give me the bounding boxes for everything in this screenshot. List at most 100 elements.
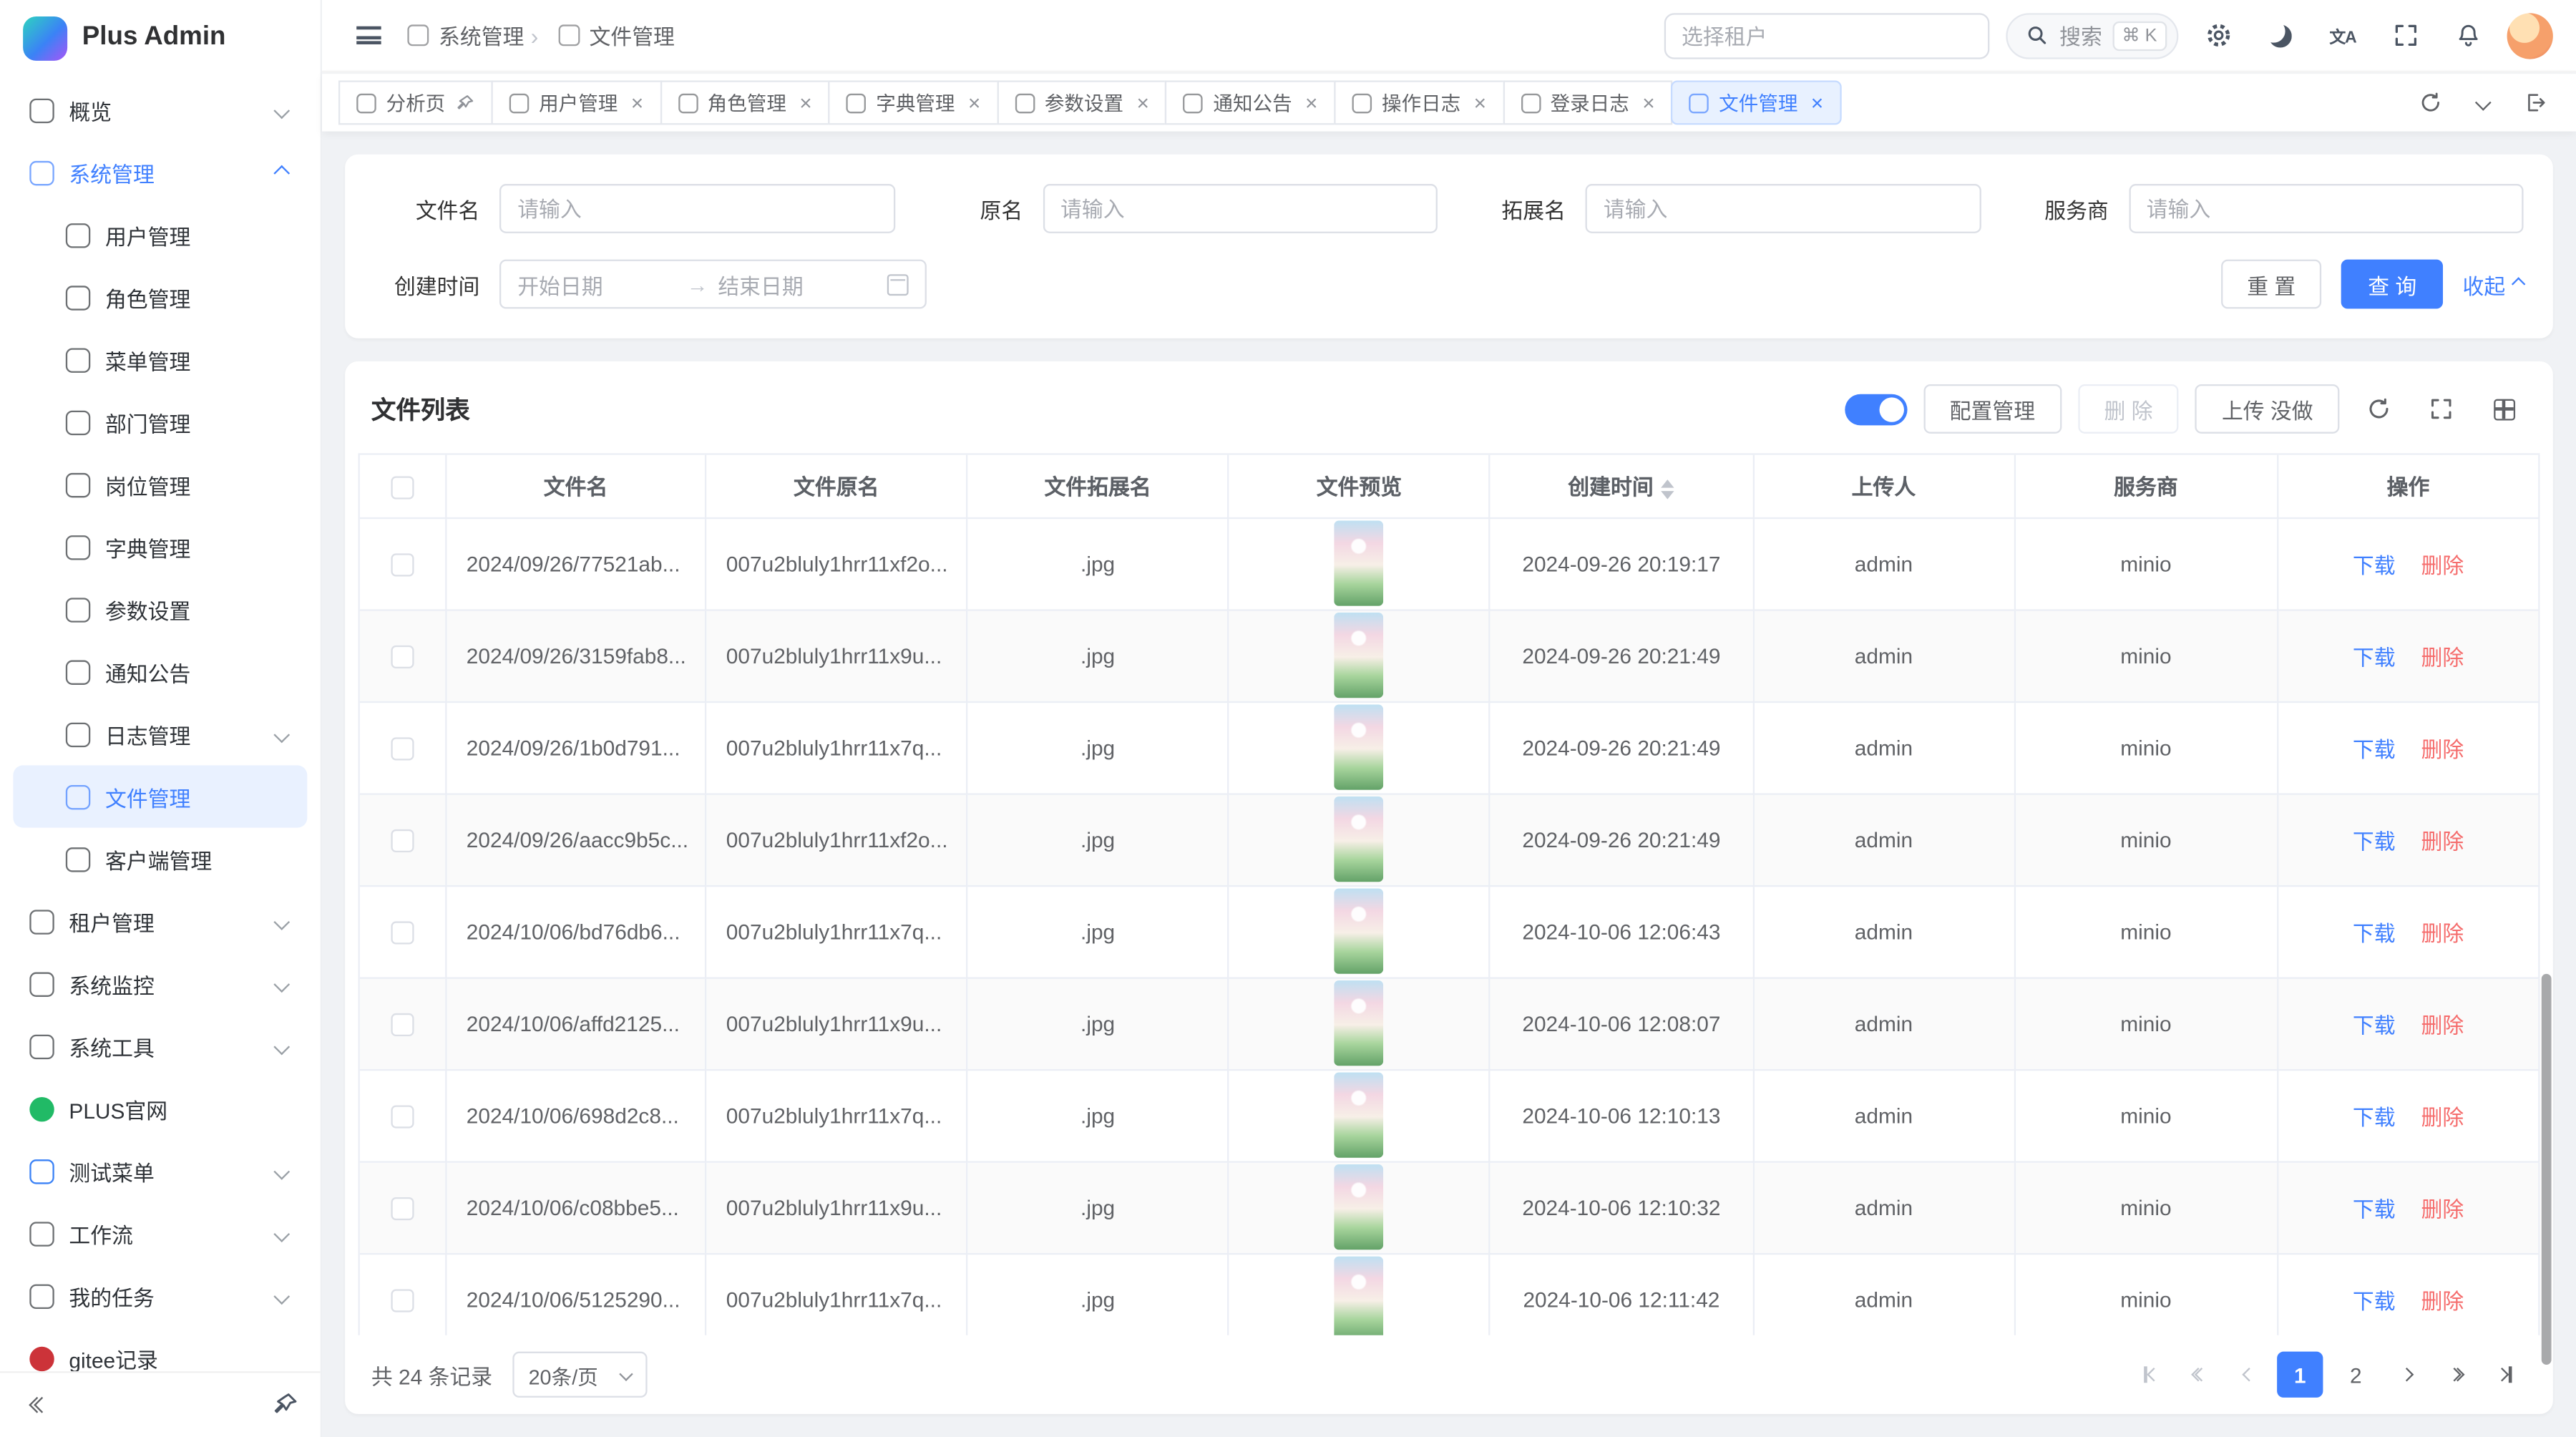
download-link[interactable]: 下载 xyxy=(2353,552,2396,577)
file-preview-thumbnail[interactable] xyxy=(1335,613,1384,698)
collapse-filter-link[interactable]: 收起 xyxy=(2463,268,2524,300)
avatar[interactable] xyxy=(2507,12,2553,58)
sidebar-item[interactable]: 用户管理 xyxy=(13,204,307,266)
sidebar-item[interactable]: 部门管理 xyxy=(13,391,307,453)
logo[interactable]: Plus Admin xyxy=(0,0,321,76)
sidebar-item[interactable]: PLUS官网 xyxy=(13,1077,307,1139)
delete-link[interactable]: 删除 xyxy=(2421,1197,2464,1221)
config-toggle[interactable] xyxy=(1845,394,1907,425)
download-link[interactable]: 下载 xyxy=(2353,645,2396,669)
tenant-select[interactable]: 选择租户 xyxy=(1664,12,1989,58)
download-link[interactable]: 下载 xyxy=(2353,1197,2396,1221)
sidebar-item[interactable]: 客户端管理 xyxy=(13,828,307,890)
search-button[interactable]: 查 询 xyxy=(2342,260,2443,309)
sidebar-item[interactable]: 我的任务 xyxy=(13,1265,307,1327)
sidebar-item[interactable]: 租户管理 xyxy=(13,890,307,953)
reset-button[interactable]: 重 置 xyxy=(2220,260,2321,309)
date-range-input[interactable]: 开始日期 结束日期 xyxy=(499,260,927,309)
delete-link[interactable]: 删除 xyxy=(2421,1104,2464,1129)
tab-close-icon[interactable]: × xyxy=(1136,92,1148,114)
pagination-next-button[interactable] xyxy=(2386,1352,2429,1398)
file-preview-thumbnail[interactable] xyxy=(1335,1073,1384,1158)
sidebar-item[interactable]: 参数设置 xyxy=(13,578,307,640)
tab-close-icon[interactable]: × xyxy=(1642,92,1654,114)
tab-close-icon[interactable]: × xyxy=(1305,92,1317,114)
bell-icon[interactable] xyxy=(2444,12,2490,58)
sort-icons[interactable] xyxy=(1662,479,1674,500)
delete-link[interactable]: 删除 xyxy=(2421,1288,2464,1312)
select-all-checkbox[interactable] xyxy=(391,475,414,498)
page-size-select[interactable]: 20条/页 xyxy=(512,1352,647,1398)
file-preview-thumbnail[interactable] xyxy=(1335,980,1384,1066)
page-tab[interactable]: 用户管理 × xyxy=(492,80,662,125)
table-fullscreen-icon[interactable] xyxy=(2419,386,2464,432)
filter-field-input[interactable] xyxy=(1043,184,1438,233)
pagination-page-button[interactable]: 2 xyxy=(2333,1352,2379,1398)
delete-link[interactable]: 删除 xyxy=(2421,736,2464,761)
table-scrollbar-thumb[interactable] xyxy=(2542,974,2552,1365)
config-manage-button[interactable]: 配置管理 xyxy=(1923,384,2062,434)
row-checkbox[interactable] xyxy=(391,645,414,668)
breadcrumb-item[interactable]: 文件管理 xyxy=(524,20,675,52)
page-tab[interactable]: 通知公告 × xyxy=(1166,80,1336,125)
sidebar-item[interactable]: 系统管理 xyxy=(13,141,307,203)
page-tab[interactable]: 操作日志 × xyxy=(1334,80,1504,125)
download-link[interactable]: 下载 xyxy=(2353,1013,2396,1037)
delete-link[interactable]: 删除 xyxy=(2421,1013,2464,1037)
page-tab[interactable]: 字典管理 × xyxy=(829,80,999,125)
delete-link[interactable]: 删除 xyxy=(2421,829,2464,853)
refresh-tabs-icon[interactable] xyxy=(2405,78,2454,127)
row-checkbox[interactable] xyxy=(391,553,414,576)
hamburger-menu-icon[interactable] xyxy=(345,12,391,58)
pagination-prev-button[interactable] xyxy=(2228,1352,2270,1398)
pagination-next-group-button[interactable] xyxy=(2435,1352,2478,1398)
pin-icon[interactable] xyxy=(268,1388,301,1421)
page-tab[interactable]: 角色管理 × xyxy=(660,80,830,125)
refresh-table-icon[interactable] xyxy=(2356,386,2401,432)
column-settings-icon[interactable] xyxy=(2481,386,2527,432)
sidebar-item[interactable]: 文件管理 xyxy=(13,765,307,827)
tabs-menu-icon[interactable] xyxy=(2458,78,2507,127)
delete-link[interactable]: 删除 xyxy=(2421,552,2464,577)
file-preview-thumbnail[interactable] xyxy=(1335,889,1384,974)
row-checkbox[interactable] xyxy=(391,737,414,760)
sidebar-item[interactable]: 概览 xyxy=(13,79,307,141)
sidebar-item[interactable]: 角色管理 xyxy=(13,266,307,328)
page-tab[interactable]: 分析页 × xyxy=(338,80,493,125)
sidebar-item[interactable]: 系统监控 xyxy=(13,953,307,1015)
file-preview-thumbnail[interactable] xyxy=(1335,704,1384,789)
tab-close-icon[interactable]: × xyxy=(799,92,811,114)
tab-close-icon[interactable]: × xyxy=(631,92,643,114)
download-link[interactable]: 下载 xyxy=(2353,1104,2396,1129)
download-link[interactable]: 下载 xyxy=(2353,1288,2396,1312)
gear-icon[interactable] xyxy=(2195,12,2240,58)
batch-delete-button[interactable]: 删 除 xyxy=(2078,384,2179,434)
filter-field-input[interactable] xyxy=(2128,184,2523,233)
row-checkbox[interactable] xyxy=(391,921,414,944)
sidebar-item[interactable]: 字典管理 xyxy=(13,516,307,578)
tab-close-icon[interactable]: × xyxy=(1474,92,1486,114)
pagination-last-button[interactable] xyxy=(2484,1352,2527,1398)
page-tab[interactable]: 登录日志 × xyxy=(1503,80,1673,125)
pagination-first-button[interactable] xyxy=(2129,1352,2172,1398)
col-created-time[interactable]: 创建时间 xyxy=(1490,455,1753,517)
sidebar-item[interactable]: 工作流 xyxy=(13,1202,307,1265)
delete-link[interactable]: 删除 xyxy=(2421,645,2464,669)
sidebar-item[interactable]: 通知公告 xyxy=(13,640,307,703)
download-link[interactable]: 下载 xyxy=(2353,829,2396,853)
row-checkbox[interactable] xyxy=(391,1289,414,1312)
pagination-prev-group-button[interactable] xyxy=(2178,1352,2221,1398)
delete-link[interactable]: 删除 xyxy=(2421,920,2464,945)
sidebar-item[interactable]: gitee记录 xyxy=(13,1327,307,1371)
filter-field-input[interactable] xyxy=(1586,184,1981,233)
file-preview-thumbnail[interactable] xyxy=(1335,1257,1384,1335)
tab-close-icon[interactable]: × xyxy=(1811,92,1823,114)
sidebar-item[interactable]: 菜单管理 xyxy=(13,328,307,391)
global-search-button[interactable]: 搜索 ⌘ K xyxy=(2005,12,2178,58)
tab-close-icon[interactable]: × xyxy=(968,92,980,114)
file-preview-thumbnail[interactable] xyxy=(1335,520,1384,605)
breadcrumb-item[interactable]: 系统管理 xyxy=(407,20,524,52)
sidebar-item[interactable]: 测试菜单 xyxy=(13,1140,307,1202)
sidebar-item[interactable]: 日志管理 xyxy=(13,703,307,765)
close-panel-icon[interactable] xyxy=(2510,78,2560,127)
